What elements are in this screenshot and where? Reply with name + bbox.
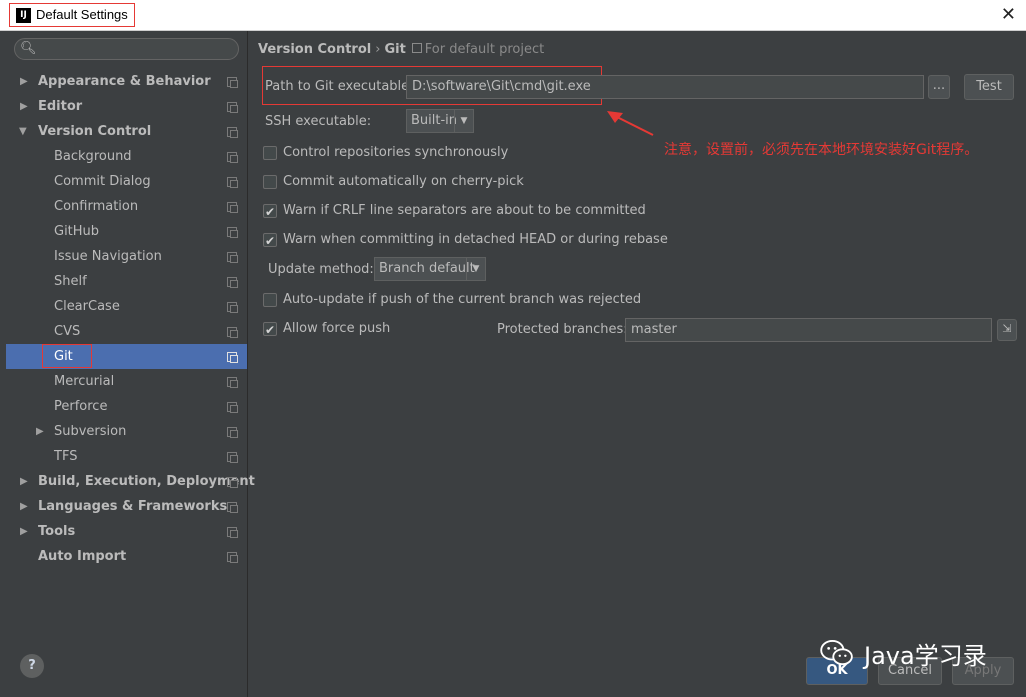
collapse-arrow-icon[interactable]: ▼ <box>19 119 27 144</box>
breadcrumb-current: Git <box>384 42 406 57</box>
sidebar-item-cvs[interactable]: CVS <box>6 319 247 344</box>
copy-icon <box>227 502 238 513</box>
sidebar-item-shelf[interactable]: Shelf <box>6 269 247 294</box>
copy-icon <box>227 552 238 563</box>
copy-icon <box>227 252 238 263</box>
sidebar-item-subversion[interactable]: ▶ Subversion <box>6 419 247 444</box>
copy-icon <box>227 527 238 538</box>
dropdown-arrow-icon: ▼ <box>466 258 485 280</box>
checkbox[interactable] <box>263 146 277 160</box>
expand-arrow-icon[interactable]: ▶ <box>20 94 28 119</box>
sidebar-item-editor[interactable]: ▶ Editor <box>6 94 247 119</box>
expand-arrow-icon[interactable]: ▶ <box>36 419 44 444</box>
copy-icon <box>227 127 238 138</box>
sidebar-item-mercurial[interactable]: Mercurial <box>6 369 247 394</box>
sidebar-item-clearcase[interactable]: ClearCase <box>6 294 247 319</box>
help-button[interactable]: ? <box>20 654 44 678</box>
sidebar-item-build[interactable]: ▶ Build, Execution, Deployment <box>6 469 255 494</box>
copy-icon <box>227 227 238 238</box>
git-highlight-box <box>42 344 92 368</box>
breadcrumb-note: For default project <box>424 42 545 57</box>
sidebar-item-tools[interactable]: ▶ Tools <box>6 519 247 544</box>
breadcrumb-parent: Version Control <box>258 42 372 57</box>
test-button[interactable]: Test <box>964 74 1014 100</box>
sidebar-item-commit-dialog[interactable]: Commit Dialog <box>6 169 247 194</box>
sidebar-item-issue-navigation[interactable]: Issue Navigation <box>6 244 247 269</box>
search-input[interactable]: 🔍︎ <box>14 38 239 60</box>
copy-icon <box>227 102 238 113</box>
expand-arrow-icon[interactable]: ▶ <box>20 519 28 544</box>
checkbox[interactable] <box>263 293 277 307</box>
sidebar-item-languages[interactable]: ▶ Languages & Frameworks <box>6 494 247 519</box>
git-path-input[interactable]: D:\software\Git\cmd\git.exe <box>406 75 924 99</box>
sidebar-item-appearance[interactable]: ▶ Appearance & Behavior <box>6 69 247 94</box>
copy-icon <box>227 327 238 338</box>
sidebar-item-git[interactable]: Git <box>6 344 247 369</box>
ssh-select-value: Built-in <box>411 113 458 128</box>
sidebar-item-tfs[interactable]: TFS <box>6 444 247 469</box>
close-icon[interactable]: ✕ <box>1001 4 1016 25</box>
annotation-text: 注意，设置前，必须先在本地环境安装好Git程序。 <box>664 142 979 158</box>
expand-field-icon[interactable]: ⇲ <box>997 319 1017 341</box>
copy-icon <box>227 302 238 313</box>
git-path-label: Path to Git executable: <box>265 79 414 94</box>
window-title: Default Settings <box>36 7 128 22</box>
copy-icon <box>227 202 238 213</box>
expand-arrow-icon[interactable]: ▶ <box>20 469 28 494</box>
copy-icon <box>227 77 238 88</box>
ssh-select[interactable]: Built-in ▼ <box>406 109 474 133</box>
checkbox[interactable] <box>263 202 277 222</box>
checkbox[interactable] <box>263 175 277 189</box>
dropdown-arrow-icon: ▼ <box>454 110 473 132</box>
copy-icon <box>227 427 238 438</box>
copy-icon <box>227 152 238 163</box>
protected-branches-label: Protected branches: <box>497 322 628 337</box>
copy-icon <box>227 277 238 288</box>
update-method-label: Update method: <box>268 262 374 277</box>
sidebar-item-github[interactable]: GitHub <box>6 219 247 244</box>
checkbox[interactable] <box>263 320 277 340</box>
copy-icon <box>227 377 238 388</box>
copy-icon <box>227 177 238 188</box>
browse-button[interactable]: ... <box>928 75 950 99</box>
copy-icon <box>227 452 238 463</box>
sidebar-item-background[interactable]: Background <box>6 144 247 169</box>
copy-icon <box>227 402 238 413</box>
expand-arrow-icon[interactable]: ▶ <box>20 69 28 94</box>
intellij-icon: IJ <box>16 8 31 23</box>
title-highlight-box: IJ Default Settings <box>9 3 135 27</box>
watermark-text: Java学习录 <box>864 642 987 670</box>
breadcrumb-separator: › <box>375 42 381 57</box>
ssh-label: SSH executable: <box>265 114 372 129</box>
wechat-logo-icon <box>820 640 853 666</box>
sidebar-item-perforce[interactable]: Perforce <box>6 394 247 419</box>
annotation-arrow-icon <box>607 111 654 136</box>
checkbox[interactable] <box>263 231 277 251</box>
project-icon <box>411 43 422 53</box>
search-icon: 🔍︎ <box>20 41 37 56</box>
sidebar-item-confirmation[interactable]: Confirmation <box>6 194 247 219</box>
sidebar-item-auto-import[interactable]: Auto Import <box>6 544 247 569</box>
title-bar: IJ Default Settings ✕ <box>0 0 1026 31</box>
breadcrumb: Version Control › Git For default project <box>258 42 544 57</box>
copy-icon <box>227 477 238 488</box>
expand-arrow-icon[interactable]: ▶ <box>20 494 28 519</box>
settings-sidebar: 🔍︎ ▶ Appearance & Behavior ▶ Editor ▼ Ve… <box>6 31 255 697</box>
sidebar-item-version-control[interactable]: ▼ Version Control <box>6 119 247 144</box>
update-method-select[interactable]: Branch default ▼ <box>374 257 486 281</box>
git-settings-panel: Version Control › Git For default project P… <box>248 31 1026 697</box>
protected-branches-input[interactable]: master <box>625 318 992 342</box>
update-method-value: Branch default <box>379 261 475 276</box>
copy-icon <box>227 352 238 363</box>
